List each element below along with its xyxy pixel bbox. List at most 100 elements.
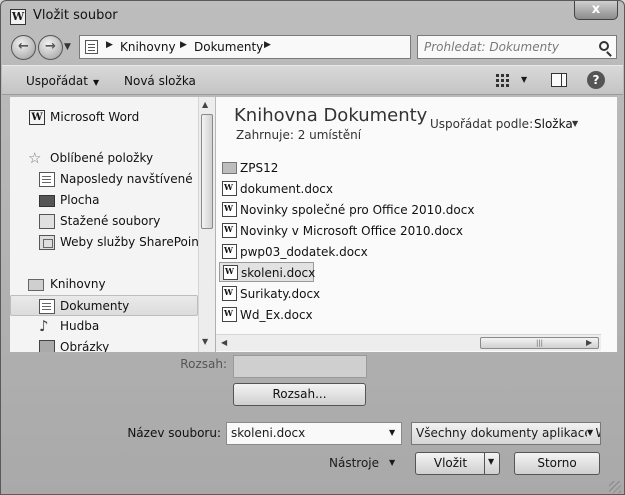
command-toolbar: Uspořádat ▼ Nová složka ▼ ? — [2, 65, 623, 95]
help-icon[interactable]: ? — [587, 71, 605, 89]
downloads-icon — [39, 214, 55, 229]
back-button[interactable]: ← — [11, 35, 36, 60]
resize-grip[interactable] — [609, 481, 621, 493]
change-view-icon[interactable] — [496, 74, 510, 87]
range-button[interactable]: Rozsah... — [233, 383, 366, 406]
scrollbar-thumb[interactable] — [201, 114, 213, 229]
navigation-bar: ← → ▼ ▶ Knihovny ▶ Dokumenty ▶ ▼ ⇆ Prohl… — [1, 31, 624, 63]
word-document-icon: W — [222, 181, 237, 196]
arrange-by-label: Uspořádat podle: — [430, 117, 534, 131]
organize-label: Uspořádat — [26, 74, 88, 88]
folder-icon — [222, 162, 237, 174]
word-document-icon: W — [222, 202, 237, 217]
sidebar-item-sharepoint[interactable]: Weby služby SharePoint — [10, 232, 204, 253]
word-document-icon: W — [223, 265, 238, 280]
cancel-button[interactable]: Storno — [514, 452, 600, 475]
file-list-scrollbar[interactable]: ◀ ||| ▶ — [216, 334, 601, 351]
scroll-down-icon[interactable]: ▼ — [202, 337, 208, 346]
sidebar-item-label: Dokumenty — [60, 299, 130, 313]
window-title: Vložit soubor — [33, 8, 118, 23]
sidebar-item-recent[interactable]: Naposledy navštívené — [10, 169, 198, 190]
forward-button[interactable]: → — [38, 35, 63, 60]
sidebar-item-label: Oblíbené položky — [50, 151, 154, 165]
filename-field[interactable]: skoleni.docx ▼ — [226, 422, 402, 445]
word-icon: W — [29, 110, 45, 125]
sidebar-item-downloads[interactable]: Stažené soubory — [10, 211, 198, 232]
sidebar-item-label: Obrázky — [60, 340, 110, 352]
breadcrumb-separator-icon[interactable]: ▶ — [106, 40, 113, 50]
recent-locations-dropdown[interactable]: ▼ — [64, 42, 71, 52]
new-folder-button[interactable]: Nová složka — [124, 74, 196, 88]
arrange-by-dropdown[interactable]: Složka — [534, 117, 573, 131]
file-name: Surikaty.docx — [240, 287, 321, 301]
sidebar-item-microsoft-word[interactable]: W Microsoft Word — [10, 107, 198, 128]
range-input — [233, 355, 367, 378]
preview-pane-icon[interactable] — [551, 73, 567, 87]
file-name: pwp03_dodatek.docx — [240, 245, 368, 259]
filename-label: Název souboru: — [127, 426, 221, 440]
search-input[interactable]: Prohledat: Dokumenty — [417, 35, 617, 59]
insert-options-icon[interactable]: ▼ — [488, 457, 494, 466]
close-button[interactable]: x — [574, 1, 618, 20]
sidebar-item-label: Plocha — [60, 193, 100, 207]
sidebar-item-favorites[interactable]: ☆ Oblíbené položky — [10, 148, 198, 169]
file-name: Novinky společné pro Office 2010.docx — [240, 203, 475, 217]
breadcrumb-knihovny[interactable]: Knihovny — [120, 40, 176, 54]
insert-file-dialog: W Vložit soubor x ← → ▼ ▶ Knihovny ▶ Dok… — [0, 0, 625, 495]
chevron-down-icon[interactable]: ▼ — [389, 428, 395, 437]
word-document-icon: W — [222, 244, 237, 259]
chevron-down-icon[interactable]: ▼ — [389, 458, 395, 467]
organize-button[interactable]: Uspořádat ▼ — [26, 74, 99, 88]
breadcrumb-separator-icon[interactable]: ▶ — [264, 40, 271, 50]
sidebar-item-pictures[interactable]: Obrázky — [10, 337, 198, 352]
file-name: Novinky v Microsoft Office 2010.docx — [240, 224, 463, 238]
sidebar-item-desktop[interactable]: Plocha — [10, 190, 198, 211]
range-label: Rozsah: — [180, 357, 227, 371]
sidebar-item-label: Hudba — [60, 319, 100, 333]
list-item-selected[interactable]: W skoleni.docx — [219, 262, 316, 282]
insert-label: Vložit — [433, 456, 468, 470]
breadcrumb-separator-icon[interactable]: ▶ — [180, 40, 187, 50]
title-bar: W Vložit soubor x — [1, 1, 624, 31]
sidebar-item-label: Stažené soubory — [60, 214, 161, 228]
file-list-pane: Knihovna Dokumenty Zahrnuje: 2 umístění … — [216, 97, 617, 352]
navigation-scrollbar[interactable]: ▲ ▼ — [198, 97, 215, 352]
scroll-right-icon[interactable]: ▶ — [586, 338, 592, 347]
sidebar-item-documents[interactable]: Dokumenty — [10, 295, 198, 316]
word-document-icon: W — [222, 307, 237, 322]
views-dropdown-icon[interactable]: ▼ — [521, 75, 527, 84]
file-name: ZPS12 — [240, 161, 279, 175]
address-bar[interactable]: ▶ Knihovny ▶ Dokumenty ▶ ▼ ⇆ — [79, 35, 484, 59]
file-type-select[interactable]: Všechny dokumenty aplikace W ▼ — [411, 422, 601, 445]
word-app-icon: W — [10, 9, 26, 25]
libraries-icon — [28, 279, 44, 291]
scrollbar-thumb[interactable]: ||| — [480, 337, 599, 349]
split-divider — [484, 453, 485, 474]
scroll-left-icon[interactable]: ◀ — [221, 338, 227, 347]
file-name: skoleni.docx — [241, 266, 316, 280]
sidebar-item-label: Weby služby SharePoint — [60, 235, 204, 249]
sharepoint-icon — [39, 235, 55, 250]
documents-icon — [39, 299, 55, 314]
search-icon[interactable] — [599, 41, 609, 51]
file-name: dokument.docx — [240, 182, 333, 196]
library-includes[interactable]: Zahrnuje: 2 umístění — [236, 128, 361, 142]
sidebar-item-label: Microsoft Word — [50, 110, 140, 124]
desktop-icon — [39, 195, 55, 207]
sidebar-item-music[interactable]: ♪ Hudba — [10, 316, 198, 337]
tools-menu[interactable]: Nástroje — [329, 456, 379, 470]
pictures-icon — [39, 340, 55, 352]
library-icon — [85, 40, 98, 54]
sidebar-item-label: Knihovny — [50, 277, 106, 291]
chevron-down-icon[interactable]: ▼ — [587, 428, 594, 437]
breadcrumb-dokumenty[interactable]: Dokumenty — [194, 40, 263, 54]
chevron-down-icon[interactable]: ▼ — [572, 119, 578, 128]
file-name: Wd_Ex.docx — [240, 308, 313, 322]
sidebar-item-libraries[interactable]: Knihovny — [10, 274, 198, 295]
library-title: Knihovna Dokumenty — [234, 105, 428, 126]
chevron-down-icon: ▼ — [92, 78, 100, 87]
navigation-pane: W Microsoft Word ☆ Oblíbené položky Napo… — [10, 97, 215, 352]
scroll-up-icon[interactable]: ▲ — [202, 100, 208, 109]
sidebar-item-label: Naposledy navštívené — [60, 172, 193, 186]
word-document-icon: W — [222, 223, 237, 238]
